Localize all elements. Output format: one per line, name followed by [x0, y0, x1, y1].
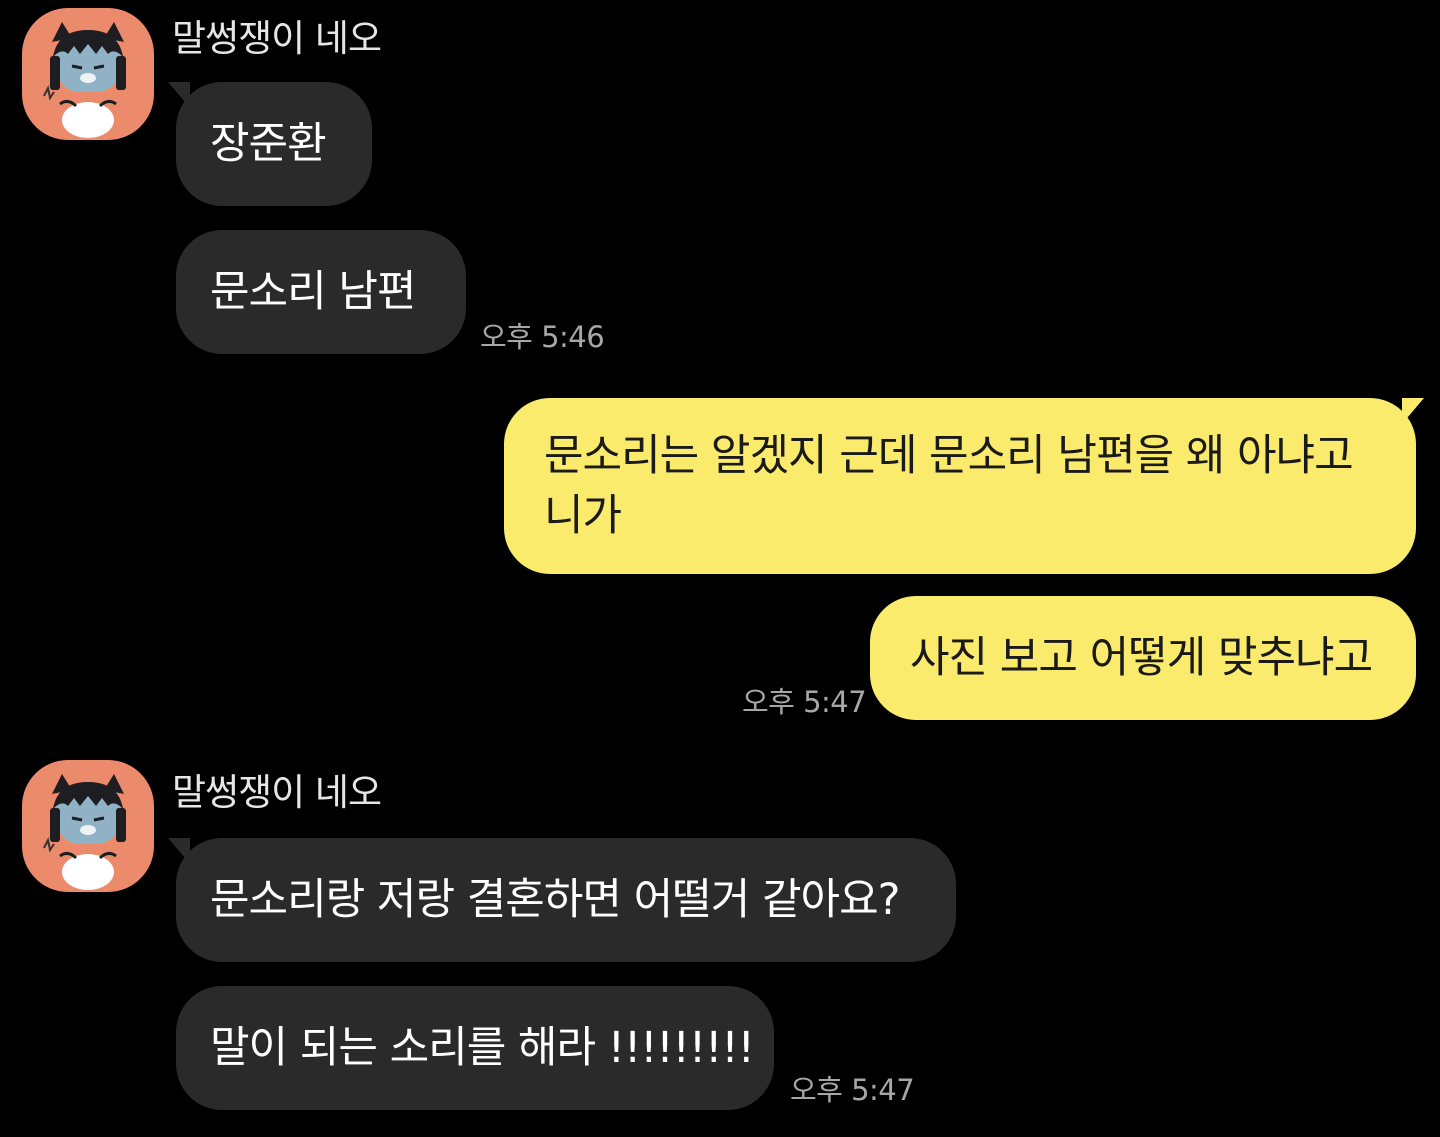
message-bubble[interactable]: 사진 보고 어떻게 맞추냐고	[870, 596, 1416, 720]
message-bubble[interactable]: 장준환	[168, 82, 372, 206]
message-bubble[interactable]: 문소리랑 저랑 결혼하면 어떨거 같아요?	[168, 838, 956, 962]
message-timestamp: 오후 5:46	[480, 320, 605, 354]
message-timestamp: 오후 5:47	[790, 1073, 915, 1107]
message-text: 문소리랑 저랑 결혼하면 어떨거 같아요?	[210, 875, 900, 925]
bubble-tail	[168, 838, 190, 864]
message-text: 말이 되는 소리를 해라 !!!!!!!!!	[210, 1023, 755, 1073]
neo-character-icon	[43, 774, 126, 890]
neo-character-icon	[43, 22, 126, 138]
message-bubble[interactable]: 문소리는 알겠지 근데 문소리 남편을 왜 아냐고 니가	[504, 398, 1424, 574]
sender-name: 말썽쟁이 네오	[172, 17, 382, 60]
message-text: 장준환	[210, 119, 327, 169]
bubble-tail	[168, 82, 190, 108]
message-bubble[interactable]: 문소리 남편	[176, 230, 466, 354]
message-timestamp: 오후 5:47	[742, 685, 867, 719]
bubble-tail	[1402, 398, 1424, 424]
message-text: 문소리 남편	[210, 267, 416, 317]
sender-name: 말썽쟁이 네오	[172, 771, 382, 814]
sender-avatar[interactable]	[22, 760, 154, 892]
sender-avatar[interactable]	[22, 8, 154, 140]
message-text: 문소리는 알겠지 근데 문소리 남편을 왜 아냐고 니가	[544, 431, 1354, 541]
message-bubble[interactable]: 말이 되는 소리를 해라 !!!!!!!!!	[176, 986, 774, 1110]
message-text: 사진 보고 어떻게 맞추냐고	[910, 633, 1373, 683]
